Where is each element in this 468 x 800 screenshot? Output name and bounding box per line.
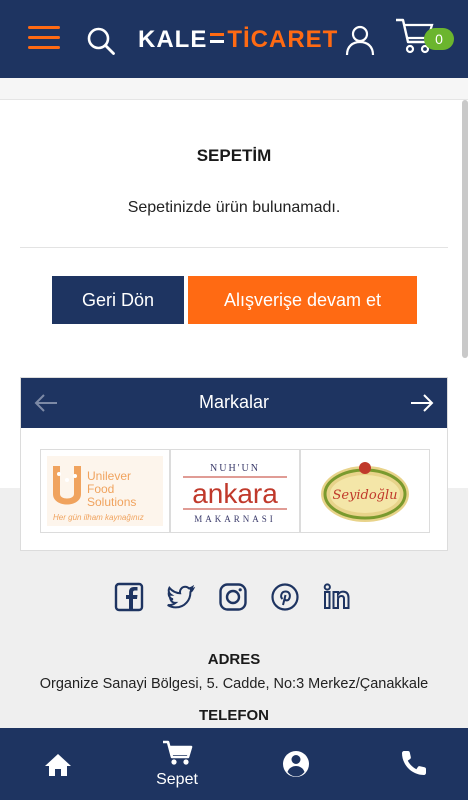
- app-header: KALE TİCARET 0: [0, 0, 468, 78]
- search-icon[interactable]: [86, 26, 116, 56]
- svg-text:Her gün ilham kaynağınız: Her gün ilham kaynağınız: [53, 513, 144, 522]
- phone-icon: [402, 751, 426, 775]
- nav-home[interactable]: [38, 728, 78, 800]
- twitter-icon[interactable]: [166, 582, 196, 612]
- address-text: Organize Sanayi Bölgesi, 5. Cadde, No:3 …: [39, 676, 429, 692]
- site-logo[interactable]: KALE TİCARET: [138, 22, 338, 58]
- nav-cart-label: Sepet: [156, 771, 198, 788]
- divider: [20, 247, 448, 248]
- svg-text:Food: Food: [87, 482, 114, 496]
- address-title: ADRES: [207, 651, 261, 668]
- page-title: SEPETİM: [196, 146, 272, 165]
- continue-shopping-button[interactable]: Alışverişe devam et: [188, 276, 417, 324]
- pinterest-icon[interactable]: [270, 582, 300, 612]
- svg-text:Solutions: Solutions: [87, 495, 136, 509]
- logo-mark-icon: [210, 33, 225, 43]
- ankara-logo-icon: NUH'UN ankara MAKARNASI: [183, 463, 287, 524]
- logo-kale: KALE: [138, 26, 208, 53]
- svg-text:MAKARNASI: MAKARNASI: [194, 514, 276, 524]
- brand-logo-seyidoglu[interactable]: Seyidoğlu: [300, 449, 430, 533]
- brands-carousel: Markalar Unilever Food Solutions Her gün…: [20, 377, 448, 551]
- svg-text:NUH'UN: NUH'UN: [210, 463, 260, 474]
- linkedin-icon[interactable]: [322, 582, 352, 612]
- facebook-icon[interactable]: [114, 582, 144, 612]
- brand-logo-unilever[interactable]: Unilever Food Solutions Her gün ilham ka…: [40, 449, 170, 533]
- user-icon[interactable]: [344, 24, 376, 56]
- brand-logo-ankara[interactable]: NUH'UN ankara MAKARNASI: [170, 449, 300, 533]
- home-icon: [45, 754, 71, 776]
- instagram-icon[interactable]: [218, 582, 248, 612]
- nav-cart[interactable]: Sepet: [144, 728, 210, 800]
- scrollbar[interactable]: [462, 100, 468, 358]
- seyidoglu-logo-icon: Seyidoğlu: [321, 462, 409, 522]
- logo-ticaret: TİCARET: [227, 26, 339, 53]
- svg-text:ankara: ankara: [192, 478, 278, 509]
- bottom-navigation: Sepet: [0, 728, 468, 800]
- unilever-logo-icon: Unilever Food Solutions Her gün ilham ka…: [47, 456, 163, 526]
- cart-count-badge[interactable]: 0: [424, 28, 454, 50]
- back-button[interactable]: Geri Dön: [52, 276, 184, 324]
- svg-text:Unilever: Unilever: [87, 469, 131, 483]
- svg-text:Seyidoğlu: Seyidoğlu: [332, 488, 397, 503]
- brands-title: Markalar: [198, 392, 269, 412]
- brands-header: Markalar: [21, 378, 447, 428]
- menu-icon[interactable]: [28, 26, 60, 52]
- phone-title: TELEFON: [199, 707, 269, 724]
- nav-account[interactable]: [276, 728, 316, 800]
- empty-cart-message: Sepetinizde ürün bulunamadı.: [127, 199, 341, 216]
- cart-nav-icon: [163, 740, 193, 765]
- account-circle-icon: [283, 751, 309, 777]
- arrow-right-icon[interactable]: [409, 391, 435, 415]
- top-strip: [0, 78, 468, 100]
- nav-phone[interactable]: [392, 728, 432, 800]
- social-links: [110, 582, 360, 614]
